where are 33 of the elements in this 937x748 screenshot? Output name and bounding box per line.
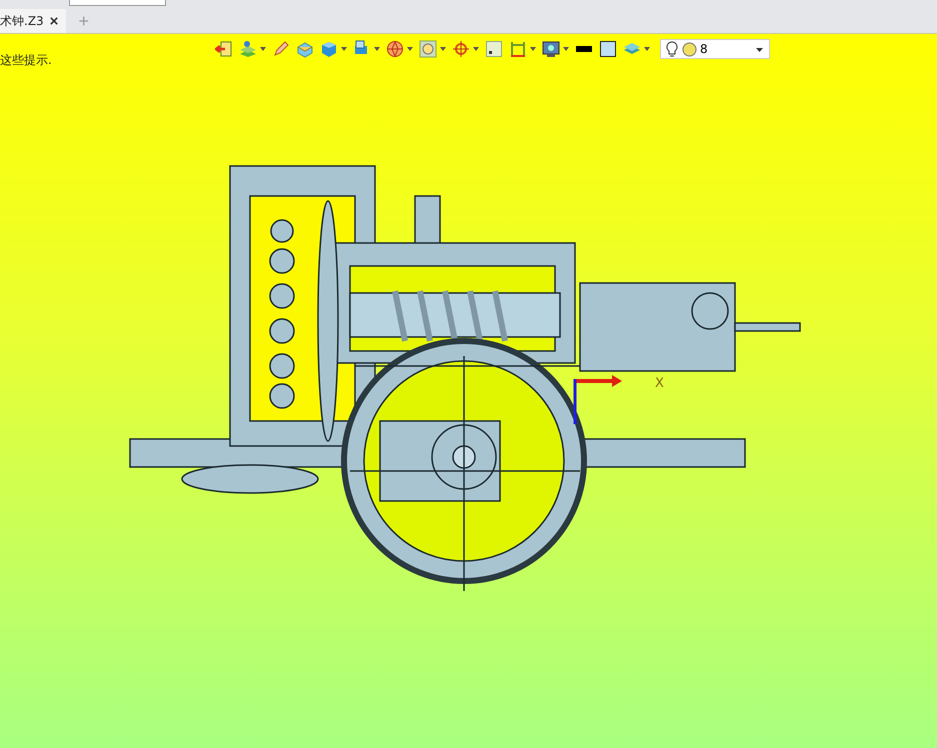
display-icon bbox=[542, 40, 560, 58]
toolbar-button[interactable] bbox=[320, 40, 347, 58]
toolbar-button[interactable] bbox=[452, 40, 479, 58]
toolbar-button[interactable] bbox=[239, 40, 266, 58]
dropdown-caret-icon bbox=[374, 47, 380, 51]
toolbar-button[interactable] bbox=[386, 40, 413, 58]
axis-triad bbox=[574, 375, 622, 424]
dropdown-caret-icon bbox=[440, 47, 446, 51]
layer-value: 8 bbox=[700, 42, 708, 56]
section-icon bbox=[296, 40, 314, 58]
solid-icon bbox=[320, 40, 338, 58]
dropdown-caret-icon bbox=[563, 47, 569, 51]
dropdown-caret-icon bbox=[530, 47, 536, 51]
caret-icon bbox=[756, 48, 763, 52]
document-tab[interactable]: 术钟.Z3 × bbox=[0, 9, 66, 33]
circle-icon bbox=[682, 42, 697, 56]
dropdown-caret-icon bbox=[341, 47, 347, 51]
layer-dropdown[interactable]: 8 bbox=[660, 39, 770, 59]
exit-icon bbox=[215, 40, 233, 58]
measure-icon bbox=[509, 40, 527, 58]
pen-icon bbox=[272, 40, 290, 58]
dropdown-caret-icon bbox=[260, 47, 266, 51]
dropdown-caret-icon bbox=[644, 47, 650, 51]
toolbar-button[interactable] bbox=[542, 40, 569, 58]
hint-text: 这些提示. bbox=[0, 52, 52, 69]
dropdown-caret-icon bbox=[473, 47, 479, 51]
tab-title: 术钟.Z3 bbox=[0, 12, 44, 30]
toolbar-button[interactable] bbox=[419, 40, 446, 58]
axis-label: X bbox=[655, 376, 664, 391]
dropdown-caret-icon bbox=[407, 47, 413, 51]
toolbar-button[interactable] bbox=[509, 40, 536, 58]
close-button[interactable]: × bbox=[50, 12, 58, 30]
light-bulb-icon bbox=[665, 41, 679, 57]
